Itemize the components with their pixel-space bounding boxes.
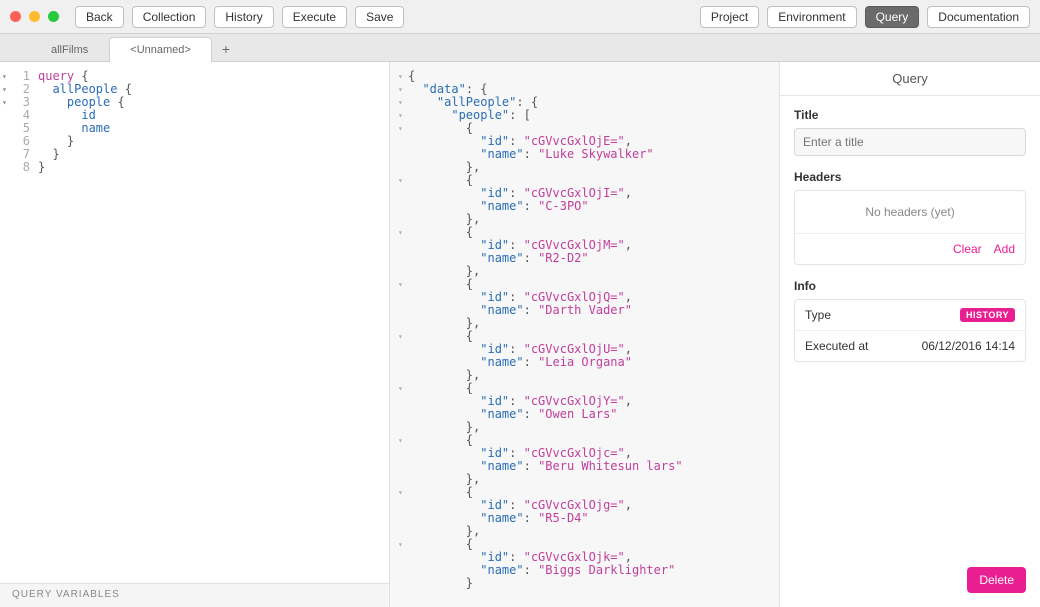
- query-editor[interactable]: 12345678 query { allPeople { people { id…: [0, 62, 389, 583]
- headers-add-link[interactable]: Add: [994, 242, 1015, 256]
- info-label: Info: [794, 279, 1026, 293]
- delete-button[interactable]: Delete: [967, 567, 1026, 593]
- side-panel: Query Title Headers No headers (yet) Cle…: [780, 62, 1040, 607]
- tabbar: allFilms<Unnamed> +: [0, 34, 1040, 62]
- environment-button[interactable]: Environment: [767, 6, 856, 28]
- headers-box: No headers (yet) Clear Add: [794, 190, 1026, 265]
- info-executed-value: 06/12/2016 14:14: [922, 339, 1015, 353]
- titlebar: Back Collection History Execute Save Pro…: [0, 0, 1040, 34]
- execute-button[interactable]: Execute: [282, 6, 347, 28]
- headers-empty-text: No headers (yet): [795, 191, 1025, 234]
- close-icon[interactable]: [10, 11, 21, 22]
- info-type-label: Type: [805, 308, 831, 322]
- headers-label: Headers: [794, 170, 1026, 184]
- query-variables-bar[interactable]: QUERY VARIABLES: [0, 583, 389, 607]
- documentation-button[interactable]: Documentation: [927, 6, 1030, 28]
- history-button[interactable]: History: [214, 6, 273, 28]
- result-pane[interactable]: ▾▾▾▾▾▾▾▾▾▾▾▾▾ { "data": { "allPeople": {…: [390, 62, 780, 607]
- main: 12345678 query { allPeople { people { id…: [0, 62, 1040, 607]
- save-button[interactable]: Save: [355, 6, 404, 28]
- info-row-executed: Executed at 06/12/2016 14:14: [795, 330, 1025, 361]
- back-button[interactable]: Back: [75, 6, 124, 28]
- history-badge: HISTORY: [960, 308, 1015, 322]
- maximize-icon[interactable]: [48, 11, 59, 22]
- tab-0[interactable]: allFilms: [30, 37, 109, 62]
- side-panel-title: Query: [780, 62, 1040, 96]
- info-table: Type HISTORY Executed at 06/12/2016 14:1…: [794, 299, 1026, 362]
- query-editor-pane: 12345678 query { allPeople { people { id…: [0, 62, 390, 607]
- headers-clear-link[interactable]: Clear: [953, 242, 982, 256]
- minimize-icon[interactable]: [29, 11, 40, 22]
- info-executed-label: Executed at: [805, 339, 868, 353]
- info-row-type: Type HISTORY: [795, 300, 1025, 330]
- window-controls: [10, 11, 59, 22]
- project-button[interactable]: Project: [700, 6, 759, 28]
- tab-1[interactable]: <Unnamed>: [109, 37, 212, 62]
- query-button[interactable]: Query: [865, 6, 920, 28]
- add-tab-button[interactable]: +: [212, 37, 240, 61]
- title-input[interactable]: [794, 128, 1026, 156]
- title-label: Title: [794, 108, 1026, 122]
- collection-button[interactable]: Collection: [132, 6, 207, 28]
